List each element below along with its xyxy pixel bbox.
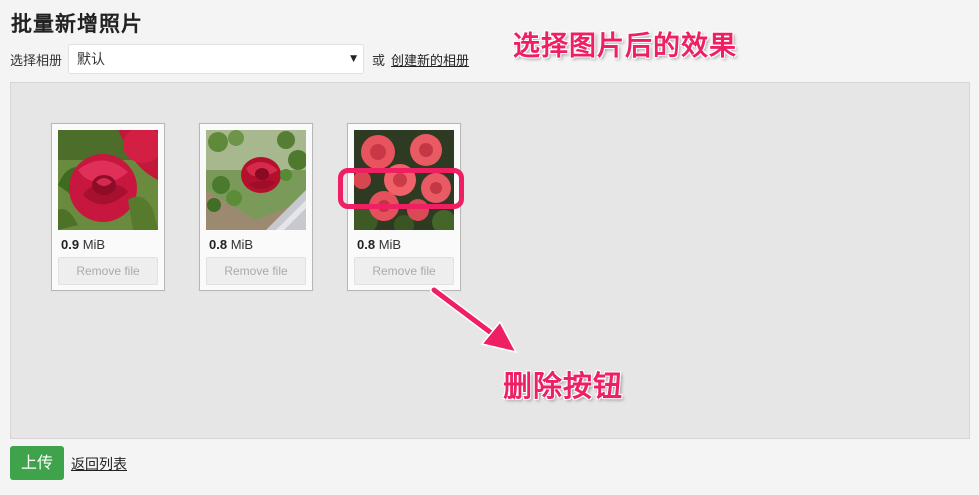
upload-button[interactable]: 上传 [10, 446, 64, 480]
thumbnail-image [58, 130, 158, 230]
file-size: 0.8 MiB [209, 237, 254, 252]
create-album-link[interactable]: 创建新的相册 [391, 50, 469, 69]
file-size: 0.8 MiB [357, 237, 402, 252]
upload-dropzone[interactable]: 0.9 MiB Remove file 0.8 MiB Remove file … [10, 82, 970, 439]
album-label: 选择相册 [10, 53, 63, 69]
remove-file-button[interactable]: Remove file [58, 257, 158, 285]
remove-file-button[interactable]: Remove file [206, 257, 306, 285]
thumbnail-image [206, 130, 306, 230]
file-preview-card: 0.9 MiB Remove file [51, 123, 165, 291]
remove-button-highlight [338, 168, 464, 209]
album-selected-value: 默认 [77, 52, 106, 68]
chevron-down-icon: ▼ [350, 54, 358, 64]
batch-upload-page: 批量新增照片 选择相册 默认 ▼ 或 创建新的相册 0.9 MiB Remove… [0, 0, 979, 495]
file-preview-card: 0.8 MiB Remove file [199, 123, 313, 291]
album-selector-row: 选择相册 默认 ▼ 或 创建新的相册 [10, 43, 469, 75]
back-to-list-link[interactable]: 返回列表 [71, 454, 127, 474]
arrow-icon [430, 286, 518, 354]
file-size: 0.9 MiB [61, 237, 106, 252]
annotation-delete-button: 删除按钮 [503, 369, 624, 403]
album-select[interactable]: 默认 ▼ [68, 44, 365, 74]
annotation-selected-effect: 选择图片后的效果 [513, 31, 737, 62]
or-text: 或 [372, 53, 386, 69]
page-title: 批量新增照片 [11, 12, 143, 36]
